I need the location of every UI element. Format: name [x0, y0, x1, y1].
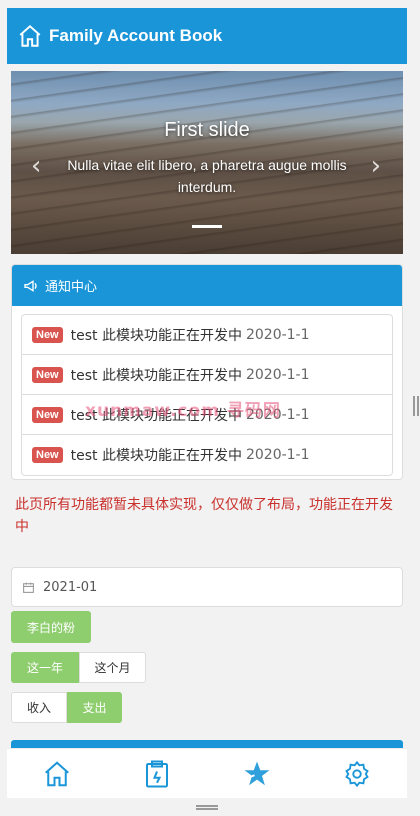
calendar-icon — [23, 582, 34, 593]
app-header: Family Account Book — [7, 8, 407, 64]
carousel-indicator[interactable] — [192, 225, 222, 228]
new-badge: New — [32, 406, 63, 423]
notice-item[interactable]: New test 此模块功能正在开发中 2020-1-1 — [22, 315, 392, 355]
notice-date: 2020-1-1 — [245, 366, 310, 383]
user-button[interactable]: 李白的粉 — [11, 611, 91, 643]
slide-title: First slide — [164, 119, 250, 141]
notice-text: test 此模块功能正在开发中 — [70, 448, 242, 464]
expense-button[interactable]: 支出 — [67, 692, 122, 723]
income-button[interactable]: 收入 — [11, 692, 67, 723]
home-icon[interactable] — [17, 23, 43, 49]
notice-panel: 通知中心 New test 此模块功能正在开发中 2020-1-1 New te… — [11, 264, 403, 480]
home-icon — [45, 760, 69, 786]
tab-home[interactable] — [32, 754, 82, 794]
new-badge: New — [32, 366, 63, 383]
notice-text: test 此模块功能正在开发中 — [70, 367, 242, 384]
month-picker[interactable]: 2021-01 — [11, 567, 403, 607]
month-picker-value: 2021-01 — [43, 579, 98, 595]
notice-date: 2020-1-1 — [245, 326, 310, 343]
notice-list: New test 此模块功能正在开发中 2020-1-1 New test 此模… — [21, 314, 393, 476]
new-badge: New — [32, 447, 63, 463]
warning-text: 此页所有功能都暂未具体实现，仅仅做了布局，功能正在开发中 — [15, 497, 393, 535]
this-month-button[interactable]: 这个月 — [79, 652, 146, 683]
tab-favorites[interactable] — [232, 754, 282, 794]
clipboard-icon — [146, 760, 168, 787]
star-icon — [244, 761, 270, 785]
megaphone-icon — [24, 279, 37, 292]
notice-item[interactable]: New test 此模块功能正在开发中 2020-1-1 — [22, 435, 392, 475]
new-badge: New — [32, 326, 63, 343]
carousel-caption: First slide Nulla vitae elit libero, a p… — [11, 119, 403, 198]
notice-title: 通知中心 — [45, 280, 98, 295]
notice-item[interactable]: New test 此模块功能正在开发中 2020-1-1 — [22, 355, 392, 395]
bottom-tab-bar — [7, 748, 407, 798]
resize-handle-right[interactable] — [413, 396, 419, 416]
carousel[interactable]: ‹ › First slide Nulla vitae elit libero,… — [11, 71, 403, 254]
tab-records[interactable] — [132, 754, 182, 794]
notice-date: 2020-1-1 — [245, 447, 310, 463]
slide-text: Nulla vitae elit libero, a pharetra augu… — [67, 157, 347, 195]
this-year-button[interactable]: 这一年 — [11, 652, 79, 683]
notice-header: 通知中心 — [12, 265, 402, 306]
settings-icon — [345, 760, 369, 787]
tab-settings[interactable] — [332, 754, 382, 794]
notice-text: test 此模块功能正在开发中 — [70, 327, 242, 344]
watermark: xunmaw.com 寻码网 — [85, 401, 281, 421]
app-title: Family Account Book — [49, 26, 223, 45]
resize-handle-bottom[interactable] — [196, 805, 218, 810]
